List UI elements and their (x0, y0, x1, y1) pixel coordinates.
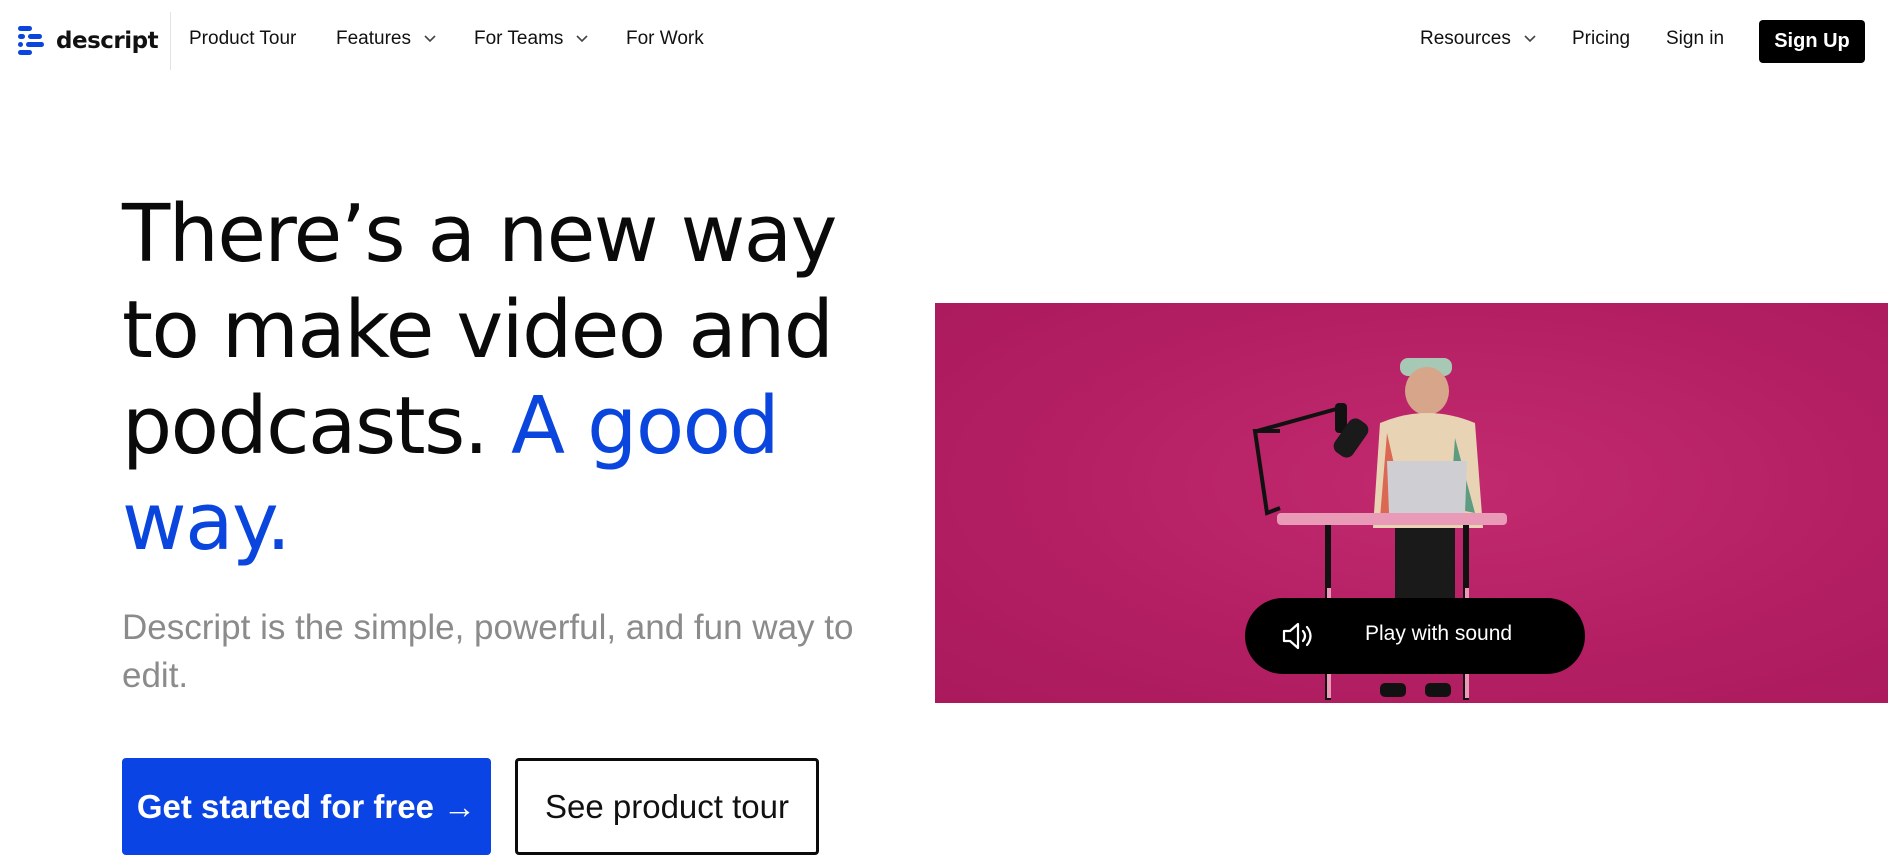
nav-sign-in[interactable]: Sign in (1666, 28, 1724, 50)
nav-resources-label: Resources (1420, 28, 1511, 49)
sign-up-label: Sign Up (1774, 30, 1850, 52)
hero-subtitle: Descript is the simple, powerful, and fu… (122, 608, 854, 695)
sign-up-button[interactable]: Sign Up (1759, 20, 1865, 63)
play-with-sound-button[interactable]: Play with sound (1245, 598, 1585, 674)
nav-for-work-label: For Work (626, 28, 704, 49)
nav-product-tour-label: Product Tour (189, 28, 297, 49)
chevron-down-icon (1524, 35, 1536, 43)
nav-resources[interactable]: Resources (1420, 28, 1537, 50)
descript-logo[interactable]: descript (18, 24, 159, 58)
brand-name: descript (56, 28, 159, 54)
top-nav: descript Product Tour Features For Teams… (0, 0, 1888, 82)
get-started-button[interactable]: Get started for free → (122, 758, 491, 855)
chevron-down-icon (424, 35, 436, 43)
nav-for-work[interactable]: For Work (626, 28, 704, 50)
nav-features-label: Features (336, 28, 411, 49)
nav-pricing-label: Pricing (1572, 28, 1631, 49)
nav-sign-in-label: Sign in (1666, 28, 1725, 49)
descript-logo-icon (18, 26, 44, 55)
nav-divider (170, 12, 171, 70)
speaker-icon (1282, 622, 1312, 650)
see-product-tour-button[interactable]: See product tour (515, 758, 819, 855)
nav-for-teams[interactable]: For Teams (474, 28, 589, 50)
hero-video[interactable]: Play with sound (935, 303, 1888, 703)
hero-headline: There’s a new way to make video and podc… (122, 186, 882, 570)
nav-features[interactable]: Features (336, 28, 437, 50)
nav-pricing[interactable]: Pricing (1572, 28, 1630, 50)
get-started-label: Get started for free → (136, 787, 477, 825)
see-product-tour-label: See product tour (545, 787, 789, 825)
chevron-down-icon (576, 35, 588, 43)
play-with-sound-label: Play with sound (1365, 622, 1513, 645)
nav-product-tour[interactable]: Product Tour (189, 28, 296, 50)
nav-for-teams-label: For Teams (474, 28, 564, 49)
